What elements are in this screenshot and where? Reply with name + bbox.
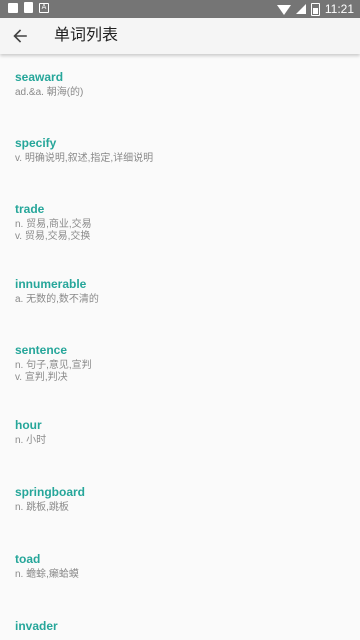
word-meaning: ad.&a. 朝海(的) bbox=[15, 87, 84, 98]
document-icon bbox=[24, 2, 33, 13]
back-button[interactable] bbox=[6, 22, 34, 50]
word-meaning: n. 贸易,商业,交易 v. 贸易,交易,交换 bbox=[15, 219, 92, 242]
system-icons: 11:21 bbox=[276, 0, 354, 18]
status-bar: A 11:21 bbox=[0, 0, 360, 18]
word-text: toad bbox=[15, 552, 41, 566]
word-text: hour bbox=[15, 418, 42, 432]
page-title: 单词列表 bbox=[54, 27, 119, 44]
word-text: sentence bbox=[15, 343, 68, 357]
word-text: specify bbox=[15, 136, 57, 150]
word-item[interactable]: seaward ad.&a. 朝海(的) bbox=[0, 54, 360, 99]
word-item[interactable]: innumerable a. 无数的,数不清的 bbox=[0, 243, 360, 306]
battery-icon bbox=[310, 2, 320, 16]
word-meaning: v. 明确说明,叙述,指定,详细说明 bbox=[15, 153, 154, 164]
word-text: innumerable bbox=[15, 277, 87, 291]
word-text: springboard bbox=[15, 485, 86, 499]
word-text: trade bbox=[15, 202, 45, 216]
word-item[interactable]: sentence n. 句子,意见,宣判 v. 宣判,判决 bbox=[0, 306, 360, 384]
word-meaning: n. 句子,意见,宣判 v. 宣判,判决 bbox=[15, 360, 92, 383]
word-text: invader bbox=[15, 619, 58, 633]
a-icon: A bbox=[39, 3, 49, 13]
image-icon bbox=[8, 3, 18, 13]
word-text: seaward bbox=[15, 70, 64, 84]
app-bar: 单词列表 bbox=[0, 18, 360, 54]
word-item[interactable]: trade n. 贸易,商业,交易 v. 贸易,交易,交换 bbox=[0, 165, 360, 243]
notification-icons: A bbox=[8, 2, 49, 13]
word-meaning: n. 蟾蜍,癞蛤蟆 bbox=[15, 569, 79, 580]
word-list[interactable]: seaward ad.&a. 朝海(的) specify v. 明确说明,叙述,… bbox=[0, 54, 360, 636]
word-item[interactable]: toad n. 蟾蜍,癞蛤蟆 bbox=[0, 514, 360, 581]
signal-icon bbox=[295, 4, 306, 14]
wifi-icon bbox=[276, 5, 291, 15]
arrow-left-icon bbox=[13, 29, 27, 43]
word-item[interactable]: invader bbox=[0, 581, 360, 633]
word-item[interactable]: hour n. 小时 bbox=[0, 384, 360, 447]
word-meaning: n. 跳板,跳板 bbox=[15, 502, 69, 513]
word-item[interactable]: springboard n. 跳板,跳板 bbox=[0, 447, 360, 514]
word-meaning: a. 无数的,数不清的 bbox=[15, 294, 99, 305]
word-item[interactable]: specify v. 明确说明,叙述,指定,详细说明 bbox=[0, 99, 360, 165]
word-meaning: n. 小时 bbox=[15, 435, 47, 446]
status-time: 11:21 bbox=[324, 2, 354, 16]
